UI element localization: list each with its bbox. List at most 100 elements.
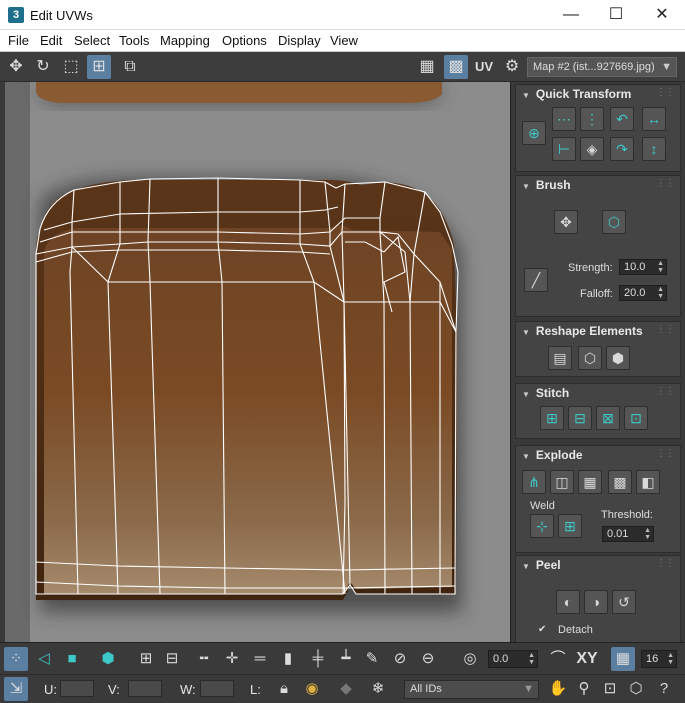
uv-viewport[interactable] <box>0 82 510 642</box>
explode-rollout: ▼ Explode ⋮⋮ ⋔ ◫ ▦ ▩ ◧ Weld ⊹ ⊞ Threshold… <box>515 445 681 553</box>
ring-shrink-icon[interactable]: ┷ <box>334 647 358 671</box>
threshold-spinner[interactable]: 0.01 ▲ ▼ <box>602 526 654 542</box>
paint-grow-icon[interactable]: ⊘ <box>388 647 412 671</box>
break-icon[interactable]: ⋔ <box>522 470 546 494</box>
align-horizontal-icon[interactable]: ⋯ <box>552 107 576 131</box>
uv-canvas[interactable] <box>0 82 510 642</box>
menu-options[interactable]: Options <box>222 33 267 48</box>
falloff-curve-icon[interactable]: ⌒ <box>546 647 570 671</box>
peel-title: Peel <box>535 558 561 572</box>
collapse-arrow-icon: ▼ <box>522 390 530 399</box>
rollout-panel[interactable]: ▼ Quick Transform ⋮⋮ ⊕ ⋯ ⋮ ↶ ↔ ⊢ ◈ ↷ ↕ ▼ B… <box>510 82 685 642</box>
angle-spinner[interactable]: 0.0 ▲ ▼ <box>488 650 538 668</box>
u-field[interactable] <box>60 680 94 697</box>
align-left-icon[interactable]: ⊢ <box>552 137 576 161</box>
peel-mode-icon[interactable]: ◑ <box>584 590 608 614</box>
maximize-button[interactable]: ☐ <box>593 0 639 30</box>
checker-icon[interactable]: ▦ <box>415 55 439 79</box>
flatten-by-material-icon[interactable]: ◧ <box>636 470 660 494</box>
checker-toggle-icon[interactable]: ▩ <box>444 55 468 79</box>
paint-shrink-icon[interactable]: ⊖ <box>416 647 440 671</box>
zoom-region-icon[interactable]: ⊡ <box>598 677 622 701</box>
relax-brush-icon[interactable]: ⬡ <box>602 210 626 234</box>
uv-label[interactable]: UV <box>472 55 496 79</box>
edge-mode-icon[interactable]: ◁ <box>32 647 56 671</box>
weld-target-icon[interactable]: ⊞ <box>558 514 582 538</box>
hide-icon[interactable]: ◆ <box>334 677 358 701</box>
freeform-icon[interactable]: ⊞ <box>87 55 111 79</box>
grid-snap-icon[interactable]: ▦ <box>611 647 635 671</box>
flatten-by-smoothing-icon[interactable]: ▩ <box>608 470 632 494</box>
scale-icon[interactable]: ⬚ <box>59 55 83 79</box>
paint-move-icon[interactable]: ✥ <box>554 210 578 234</box>
help-icon[interactable]: ? <box>652 677 676 701</box>
rotate-icon[interactable]: ↻ <box>31 55 55 79</box>
polygon-mode-icon[interactable]: ■ <box>60 647 84 671</box>
angle-value: 0.0 <box>493 653 509 665</box>
element-mode-icon[interactable]: ⬢ <box>96 647 120 671</box>
stitch-custom-icon[interactable]: ⊞ <box>540 406 564 430</box>
pan-icon[interactable]: ✋ <box>546 677 570 701</box>
loop-grow-icon[interactable]: ✛ <box>220 647 244 671</box>
rotate-cw-icon[interactable]: ↷ <box>610 137 634 161</box>
align-vertical-icon[interactable]: ⋮ <box>580 107 604 131</box>
weld-selected-icon[interactable]: ⊹ <box>530 514 554 538</box>
move-icon[interactable]: ✥ <box>4 55 28 79</box>
grow-selection-icon[interactable]: ⊞ <box>134 647 158 671</box>
space-vertical-icon[interactable]: ↕ <box>642 137 666 161</box>
grip-icon: ⋮⋮ <box>656 324 675 335</box>
quick-peel-icon[interactable]: ◐ <box>556 590 580 614</box>
reshape-title: Reshape Elements <box>535 324 643 338</box>
map-select[interactable]: Map #2 (ist...927669.jpg) ▼ <box>527 57 677 77</box>
spinner-arrows-icon: ▲ ▼ <box>657 260 664 274</box>
loop-shrink-icon[interactable]: ═ <box>248 647 272 671</box>
menu-file[interactable]: File <box>8 33 29 48</box>
space-horizontal-icon[interactable]: ↔ <box>642 107 666 131</box>
flatten-icon[interactable]: ⬢ <box>606 346 630 370</box>
loop-icon[interactable]: ╍ <box>192 647 216 671</box>
v-field[interactable] <box>128 680 162 697</box>
show-hidden-icon[interactable]: ◉ <box>300 677 324 701</box>
mirror-icon[interactable]: ⧉ <box>118 55 142 79</box>
menu-edit[interactable]: Edit <box>40 33 62 48</box>
zoom-icon[interactable]: ⚲ <box>572 677 596 701</box>
menu-view[interactable]: View <box>330 33 358 48</box>
detach-edge-icon[interactable]: ◫ <box>550 470 574 494</box>
stitch-target-icon[interactable]: ⊡ <box>624 406 648 430</box>
menu-tools[interactable]: Tools <box>119 33 149 48</box>
close-button[interactable]: ✕ <box>639 0 685 30</box>
ring-grow-icon[interactable]: ╪ <box>306 647 330 671</box>
stitch-average-icon[interactable]: ⊠ <box>596 406 620 430</box>
straighten-selection-icon[interactable]: ▤ <box>548 346 572 370</box>
minimize-button[interactable]: — <box>548 0 594 30</box>
xy-button[interactable]: XY <box>574 647 600 671</box>
rotate-ccw-icon[interactable]: ↶ <box>610 107 634 131</box>
detach-checkbox[interactable]: ✔ <box>538 624 546 635</box>
grid-spinner[interactable]: 16 ▲ ▼ <box>641 650 677 668</box>
absolute-offset-icon[interactable]: ⇲ <box>4 677 28 701</box>
ring-icon[interactable]: ▮ <box>276 647 300 671</box>
reset-peel-icon[interactable]: ↺ <box>612 590 636 614</box>
flatten-by-polygon-icon[interactable]: ▦ <box>578 470 602 494</box>
strength-spinner[interactable]: 10.0 ▲ ▼ <box>619 259 667 275</box>
window-title: Edit UVWs <box>30 8 93 23</box>
falloff-spinner[interactable]: 20.0 ▲ ▼ <box>619 285 667 301</box>
texture-settings-icon[interactable]: ⚙ <box>500 55 524 79</box>
zoom-extents-icon[interactable]: ⬡ <box>624 677 648 701</box>
menu-display[interactable]: Display <box>278 33 321 48</box>
menu-mapping[interactable]: Mapping <box>160 33 210 48</box>
straighten-icon[interactable]: ◈ <box>580 137 604 161</box>
vertex-mode-icon[interactable]: ⁘ <box>4 647 28 671</box>
ids-select[interactable]: All IDs ▼ <box>404 680 539 699</box>
align-center-icon[interactable]: ⊕ <box>522 121 546 145</box>
soft-selection-icon[interactable]: ◎ <box>458 647 482 671</box>
menu-select[interactable]: Select <box>74 33 110 48</box>
paint-select-icon[interactable]: ✎ <box>360 647 384 671</box>
freeze-icon[interactable]: ❄ <box>366 677 390 701</box>
stitch-source-icon[interactable]: ⊟ <box>568 406 592 430</box>
brush-line-icon[interactable]: ╱ <box>524 268 548 292</box>
relax-icon[interactable]: ⬡ <box>578 346 602 370</box>
lock-icon[interactable]: 🔒︎ <box>272 677 296 701</box>
w-field[interactable] <box>200 680 234 697</box>
shrink-selection-icon[interactable]: ⊟ <box>160 647 184 671</box>
